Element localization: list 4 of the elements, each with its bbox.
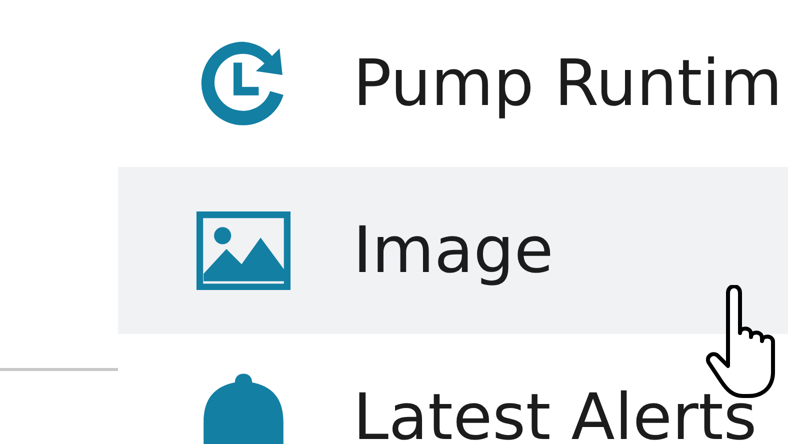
menu-item[interactable]: Image [118, 167, 788, 334]
menu-item[interactable]: Pump Runtim [118, 0, 788, 167]
image-icon [196, 210, 291, 290]
menu-item[interactable]: Latest Alerts [118, 334, 788, 444]
